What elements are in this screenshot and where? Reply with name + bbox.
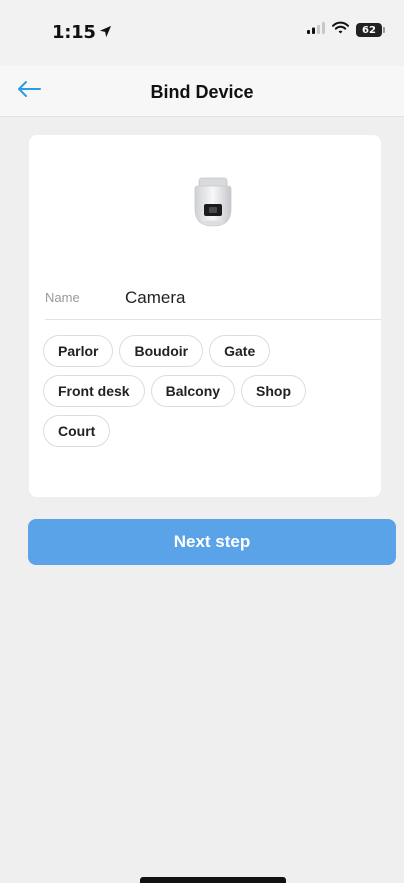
status-time: 1:15 xyxy=(52,22,112,43)
wifi-icon xyxy=(332,21,349,39)
cellular-signal-icon xyxy=(307,21,325,39)
page-title: Bind Device xyxy=(150,82,254,102)
time-text: 1:15 xyxy=(52,22,96,43)
tag-balcony[interactable]: Balcony xyxy=(150,375,236,407)
location-tag-list: Parlor Boudoir Gate Front desk Balcony S… xyxy=(43,335,343,447)
device-card: Name Parlor Boudoir Gate Front desk Balc… xyxy=(29,135,381,497)
tag-parlor[interactable]: Parlor xyxy=(43,335,114,367)
tag-front-desk[interactable]: Front desk xyxy=(43,375,145,407)
tag-court[interactable]: Court xyxy=(43,415,111,447)
tag-boudoir[interactable]: Boudoir xyxy=(119,335,204,367)
name-row: Name xyxy=(45,285,381,320)
device-name-input[interactable] xyxy=(125,285,365,311)
battery-level-text: 62 xyxy=(362,24,376,36)
next-step-button[interactable]: Next step xyxy=(28,519,396,565)
tag-shop[interactable]: Shop xyxy=(241,375,307,407)
battery-icon: 62 xyxy=(356,23,385,37)
status-bar: 1:15 62 xyxy=(0,0,404,66)
dome-camera-icon xyxy=(188,175,238,231)
status-icons: 62 xyxy=(307,21,385,39)
tag-gate[interactable]: Gate xyxy=(209,335,271,367)
name-label: Name xyxy=(45,290,80,305)
navigation-bar: Bind Device xyxy=(0,66,404,117)
location-arrow-icon xyxy=(99,22,112,43)
home-indicator xyxy=(140,877,286,883)
